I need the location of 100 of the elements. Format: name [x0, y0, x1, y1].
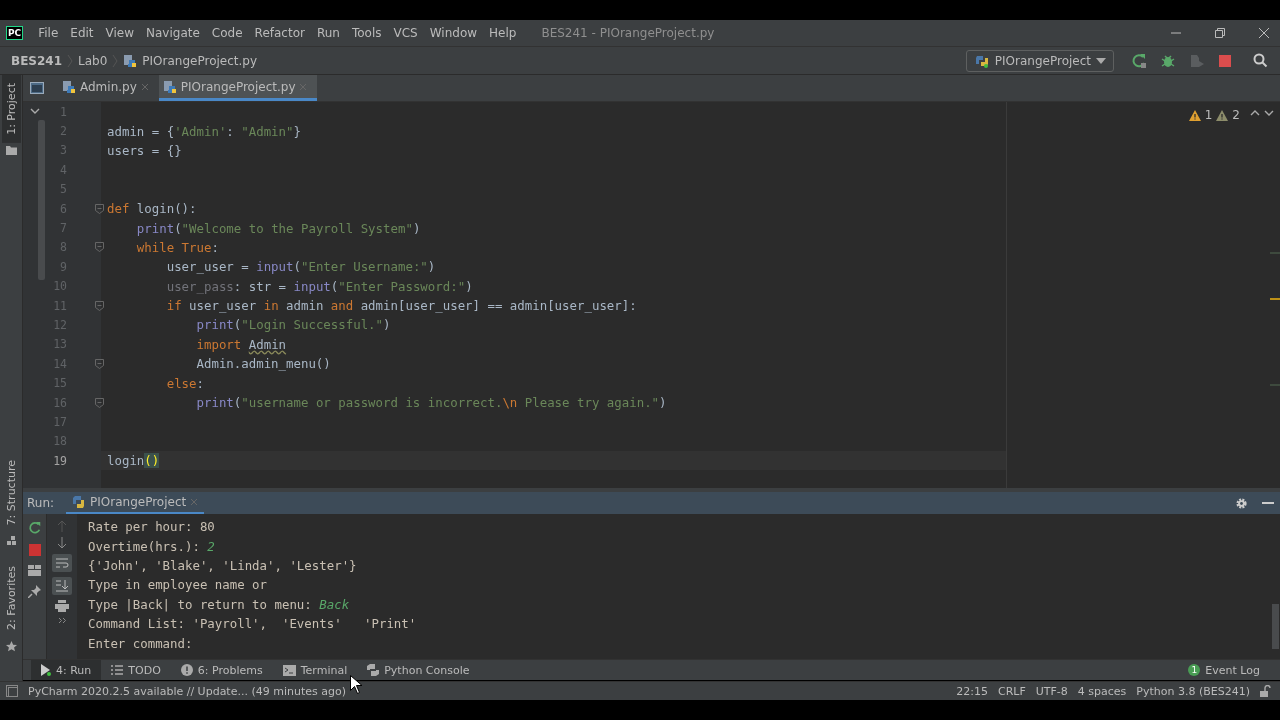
down-arrow-icon[interactable]: [57, 537, 67, 549]
tool-window-button[interactable]: 6: Problems: [170, 660, 273, 680]
run-icon: [41, 664, 51, 676]
scrollbar[interactable]: [38, 120, 45, 280]
code-line: user_pass: str = input("Enter Password:"): [165, 278, 473, 294]
console-line: Type |Back| to return to menu: Back: [88, 595, 350, 614]
fold-marker-icon[interactable]: [95, 203, 104, 214]
layout-icon[interactable]: [28, 565, 41, 576]
file-tab[interactable]: Admin.py: [58, 75, 159, 101]
status-message[interactable]: PyCharm 2020.2.5 available // Update... (49 minutes ago): [28, 684, 346, 698]
stop-icon[interactable]: [28, 544, 41, 556]
menu-item[interactable]: Code: [206, 26, 250, 40]
status-item[interactable]: Python 3.8 (BES241): [1136, 684, 1250, 698]
menu-item[interactable]: Refactor: [249, 26, 312, 40]
code-line: Admin.admin_menu(): [195, 356, 331, 372]
python-icon: [367, 664, 380, 676]
tool-window-button[interactable]: Python Console: [357, 660, 480, 680]
python-file-icon: [62, 79, 76, 94]
console-line: Rate per hour: 80: [88, 518, 215, 537]
code-line: print("Welcome to the Payroll System"): [135, 220, 421, 236]
terminal-icon: [282, 664, 296, 676]
python-file-icon: [162, 79, 177, 94]
app-logo-icon: PC: [6, 26, 24, 40]
code-line: import Admin: [195, 336, 287, 352]
restore-icon[interactable]: [1214, 27, 1226, 39]
favorites-tool-button[interactable]: 2: Favorites: [1, 558, 21, 638]
pin-icon[interactable]: [28, 585, 41, 598]
python-file-icon: [123, 53, 138, 68]
breadcrumb[interactable]: PIOrangeProject.py: [142, 53, 258, 68]
unlock-icon[interactable]: [1260, 685, 1272, 697]
stop-icon[interactable]: [1218, 53, 1232, 68]
window-title: BES241 - PIOrangeProject.py: [541, 26, 715, 40]
run-with-coverage-icon[interactable]: [1189, 52, 1205, 69]
menu-item[interactable]: View: [100, 26, 142, 40]
menu-item[interactable]: VCS: [388, 26, 425, 40]
panel-toggle-icon[interactable]: [6, 685, 18, 697]
console-line: Type in employee name or: [88, 576, 268, 595]
fold-marker-icon[interactable]: [95, 242, 104, 253]
status-item[interactable]: 4 spaces: [1077, 684, 1127, 698]
status-item[interactable]: 22:15: [956, 684, 988, 698]
tool-window-button[interactable]: 4: Run: [31, 660, 102, 680]
code-line: users = {}: [107, 142, 182, 158]
tool-window-button[interactable]: TODO: [101, 660, 171, 680]
status-item[interactable]: CRLF: [997, 684, 1026, 698]
soft-wrap-icon[interactable]: [52, 554, 72, 572]
window-layout-icon[interactable]: [30, 82, 44, 94]
code-line: user_user = input("Enter Username:"): [165, 259, 436, 275]
python-icon: [72, 495, 87, 509]
console-line: Overtime(hrs.): 2: [88, 537, 215, 556]
up-arrow-icon[interactable]: [57, 520, 67, 532]
tool-window-button[interactable]: Terminal: [272, 660, 358, 680]
rerun-icon[interactable]: [1131, 52, 1147, 69]
more-icon[interactable]: [57, 617, 67, 624]
run-configuration-dropdown[interactable]: PIOrangeProject: [965, 49, 1114, 72]
status-item[interactable]: UTF-8: [1035, 684, 1068, 698]
code-line: def login():: [107, 201, 197, 217]
rerun-icon[interactable]: [27, 521, 42, 535]
panel-title: Run:: [27, 496, 55, 510]
menu-item[interactable]: File: [33, 26, 66, 40]
fold-marker-icon[interactable]: [95, 397, 104, 408]
print-icon[interactable]: [55, 600, 69, 612]
menu-item[interactable]: Navigate: [141, 26, 207, 40]
fold-marker-icon[interactable]: [95, 300, 104, 311]
code-line: print("Login Successful."): [195, 317, 391, 333]
menu-item[interactable]: Edit: [65, 26, 101, 40]
project-tool-button[interactable]: 1: Project: [1, 75, 21, 143]
event-log-label: Event Log: [1205, 663, 1260, 677]
event-log-button[interactable]: 1 Event Log: [1178, 660, 1270, 680]
code-line: admin = {'Admin': "Admin"}: [107, 123, 301, 139]
chevron-up-icon[interactable]: [1250, 110, 1260, 116]
fold-marker-icon[interactable]: [95, 358, 104, 369]
structure-tool-button[interactable]: 7: Structure: [1, 451, 21, 534]
code-line: if user_user in admin and admin[user_user] == admin[user_user]:: [165, 298, 637, 314]
menu-item[interactable]: Tools: [346, 26, 389, 40]
folder-icon: [5, 145, 17, 155]
chevron-down-icon[interactable]: [29, 108, 40, 114]
console-line: Command List: 'Payroll', 'Events' 'Print': [88, 615, 417, 634]
warning-icon[interactable]: [1188, 110, 1201, 121]
menu-item[interactable]: Window: [424, 26, 485, 40]
console-line: {'John', 'Blake', 'Linda', 'Lester'}: [88, 556, 357, 575]
breadcrumb[interactable]: Lab0: [78, 53, 108, 68]
notification-count: 1: [1188, 664, 1201, 676]
search-icon[interactable]: [1253, 53, 1268, 68]
breadcrumb[interactable]: BES241: [11, 53, 63, 68]
settings-icon[interactable]: [1235, 496, 1248, 510]
menu-item[interactable]: Help: [484, 26, 524, 40]
weak-warning-count: 2: [1232, 108, 1240, 122]
file-tab[interactable]: PIOrangeProject.py: [158, 75, 318, 101]
code-line: else:: [165, 375, 204, 391]
scrollbar[interactable]: [1272, 604, 1279, 649]
warning-marker[interactable]: [1270, 298, 1280, 300]
structure-icon: [5, 536, 17, 546]
mouse-cursor-icon: [350, 675, 362, 694]
menu-item[interactable]: Run: [311, 26, 347, 40]
chevron-down-icon[interactable]: [1264, 110, 1274, 116]
debug-bug-icon[interactable]: [1160, 52, 1176, 69]
scroll-to-end-icon[interactable]: [52, 577, 72, 595]
close-icon[interactable]: [1258, 27, 1270, 39]
warning-count: 1: [1204, 108, 1213, 122]
weak-warning-icon[interactable]: [1216, 110, 1229, 121]
